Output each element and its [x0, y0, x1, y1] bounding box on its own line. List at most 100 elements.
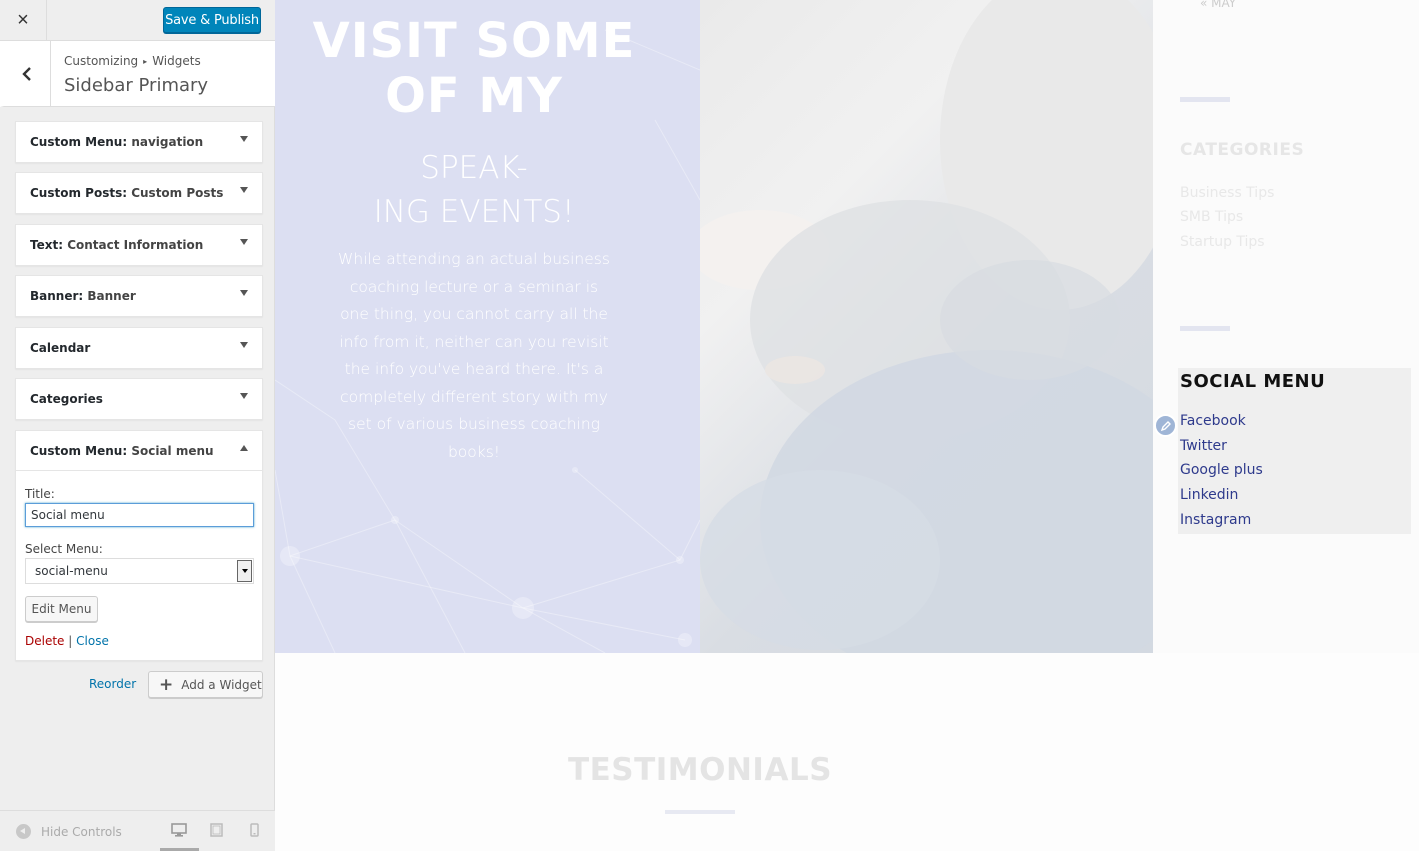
dropdown-arrow-icon[interactable]: [237, 560, 252, 582]
testimonials-divider: [665, 810, 735, 814]
widget-text-contact-information[interactable]: Text: Contact Information: [15, 224, 263, 266]
tablet-icon[interactable]: [210, 823, 223, 837]
social-link-facebook[interactable]: Facebook: [1180, 413, 1246, 429]
social-link-twitter[interactable]: Twitter: [1180, 438, 1227, 454]
collapse-arrow-icon: [16, 824, 31, 839]
category-link[interactable]: Business Tips: [1180, 185, 1274, 201]
back-button[interactable]: [4, 41, 51, 106]
widget-type: Custom Menu: [30, 443, 123, 458]
hero-text-line: books!: [447, 442, 501, 461]
widget-name: Social menu: [131, 443, 214, 458]
hide-controls-label: Hide Controls: [41, 824, 122, 839]
save-publish-button[interactable]: Save & Publish: [163, 7, 261, 33]
hero-heading: VISIT SOME OF MY: [275, 14, 673, 124]
widget-name: Custom Posts: [131, 186, 224, 200]
widget-name: Contact Information: [67, 238, 204, 252]
hero-text-line: the info you've heard there. It's a: [344, 360, 604, 378]
social-menu-widget: SOCIAL MENU Facebook Twitter Google plus…: [1178, 368, 1411, 534]
actions-separator: |: [68, 634, 73, 648]
hero-text-panel: VISIT SOME OF MY SPEAK- ING EVENTS! Whil…: [275, 0, 700, 653]
hero-text-line: coaching lecture or a seminar is: [349, 277, 599, 296]
edit-menu-button[interactable]: Edit Menu: [25, 596, 98, 622]
hero-heading-line: VISIT SOME: [312, 13, 636, 69]
widget-header[interactable]: Custom Menu: Social menu: [16, 431, 262, 471]
testimonials-heading: TESTIMONIALS: [567, 752, 833, 788]
widget-calendar[interactable]: Calendar: [15, 327, 263, 369]
select-menu-label: Select Menu:: [25, 542, 103, 556]
widget-type: Custom Menu: [30, 135, 123, 149]
section-header: Customizing ▸ Widgets Sidebar Primary: [0, 41, 275, 107]
preview-sidebar: « MAY CATEGORIES Business Tips SMB Tips …: [1153, 0, 1419, 653]
hide-controls-button[interactable]: Hide Controls: [16, 824, 122, 839]
add-widget-button[interactable]: + Add a Widget: [148, 671, 263, 698]
widget-header[interactable]: Text: Contact Information: [16, 225, 262, 265]
hero-subheading: SPEAK- ING EVENTS!: [275, 146, 673, 234]
widget-header[interactable]: Categories: [16, 379, 262, 419]
mobile-icon[interactable]: [250, 823, 259, 837]
social-link-google-plus[interactable]: Google plus: [1180, 462, 1263, 478]
close-icon: ×: [17, 9, 29, 31]
menu-select[interactable]: social-menu: [25, 558, 254, 584]
close-customizer-button[interactable]: ×: [0, 0, 47, 41]
desktop-icon[interactable]: [171, 823, 187, 837]
expand-arrow-icon[interactable]: [240, 290, 248, 296]
hero-sub-line: ING EVENTS!: [373, 194, 575, 230]
widget-custom-menu-navigation[interactable]: Custom Menu: navigation: [15, 121, 263, 163]
expand-arrow-icon[interactable]: [240, 239, 248, 245]
pencil-icon: [1160, 420, 1171, 431]
hero-paragraph: While attending an actual business coach…: [330, 246, 618, 466]
expand-arrow-icon[interactable]: [240, 342, 248, 348]
plus-icon: +: [159, 674, 174, 695]
reorder-link[interactable]: Reorder: [89, 677, 136, 691]
widget-type: Banner: [30, 289, 79, 303]
category-link[interactable]: Startup Tips: [1180, 234, 1265, 250]
heading-divider: [1180, 97, 1230, 102]
title-input[interactable]: [25, 503, 254, 527]
add-widget-label: Add a Widget: [181, 677, 262, 692]
edit-shortcut-pencil-icon[interactable]: [1154, 414, 1177, 437]
social-link-instagram[interactable]: Instagram: [1180, 512, 1251, 528]
widget-banner[interactable]: Banner: Banner: [15, 275, 263, 317]
collapse-arrow-icon[interactable]: [240, 445, 248, 451]
widget-custom-menu-social: Custom Menu: Social menu Title: Select M…: [15, 430, 263, 661]
menu-select-value: social-menu: [35, 564, 108, 578]
widget-name: Banner: [87, 289, 136, 303]
close-link[interactable]: Close: [76, 634, 109, 648]
site-preview: VISIT SOME OF MY SPEAK- ING EVENTS! Whil…: [275, 0, 1419, 851]
hero-photo: [700, 0, 1153, 653]
categories-heading: CATEGORIES: [1180, 140, 1305, 160]
breadcrumb: Customizing ▸ Widgets: [64, 54, 201, 68]
widget-header[interactable]: Custom Menu: navigation: [16, 122, 262, 162]
breadcrumb-separator-icon: ▸: [143, 57, 148, 66]
widget-header[interactable]: Custom Posts: Custom Posts: [16, 173, 262, 213]
widget-categories[interactable]: Categories: [15, 378, 263, 420]
customizer-panel: × Save & Publish Customizing ▸ Widgets Sid…: [0, 0, 275, 851]
customizer-header: × Save & Publish: [0, 0, 275, 41]
heading-divider: [1180, 326, 1230, 331]
social-menu-heading: SOCIAL MENU: [1180, 371, 1326, 392]
widget-type: Text: [30, 238, 59, 252]
expand-arrow-icon[interactable]: [240, 187, 248, 193]
expand-arrow-icon[interactable]: [240, 136, 248, 142]
hero-text-line: completely different story with my: [340, 387, 608, 406]
breadcrumb-customizing: Customizing: [64, 54, 139, 68]
customizer-footer: Hide Controls: [0, 810, 275, 851]
widget-header[interactable]: Banner: Banner: [16, 276, 262, 316]
hero-text-line: one thing, you cannot carry all the: [340, 305, 608, 323]
social-link-linkedin[interactable]: Linkedin: [1180, 487, 1238, 503]
widget-custom-posts[interactable]: Custom Posts: Custom Posts: [15, 172, 263, 214]
expand-arrow-icon[interactable]: [240, 393, 248, 399]
title-label: Title:: [25, 487, 55, 501]
category-link[interactable]: SMB Tips: [1180, 209, 1243, 225]
hero-sub-line: SPEAK-: [420, 150, 528, 186]
breadcrumb-widgets: Widgets: [152, 54, 201, 68]
hero-text-line: While attending an actual business: [338, 250, 610, 268]
section-title: Sidebar Primary: [64, 75, 209, 96]
hero-photo-image: [700, 0, 1153, 653]
calendar-prev-link[interactable]: « MAY: [1200, 0, 1236, 10]
widget-type: Custom Posts: [30, 186, 123, 200]
delete-link[interactable]: Delete: [25, 634, 64, 648]
widget-header[interactable]: Calendar: [16, 328, 262, 368]
hero-text-line: info from it, neither can you revisit: [339, 332, 609, 351]
hero-heading-line: OF MY: [385, 68, 563, 124]
